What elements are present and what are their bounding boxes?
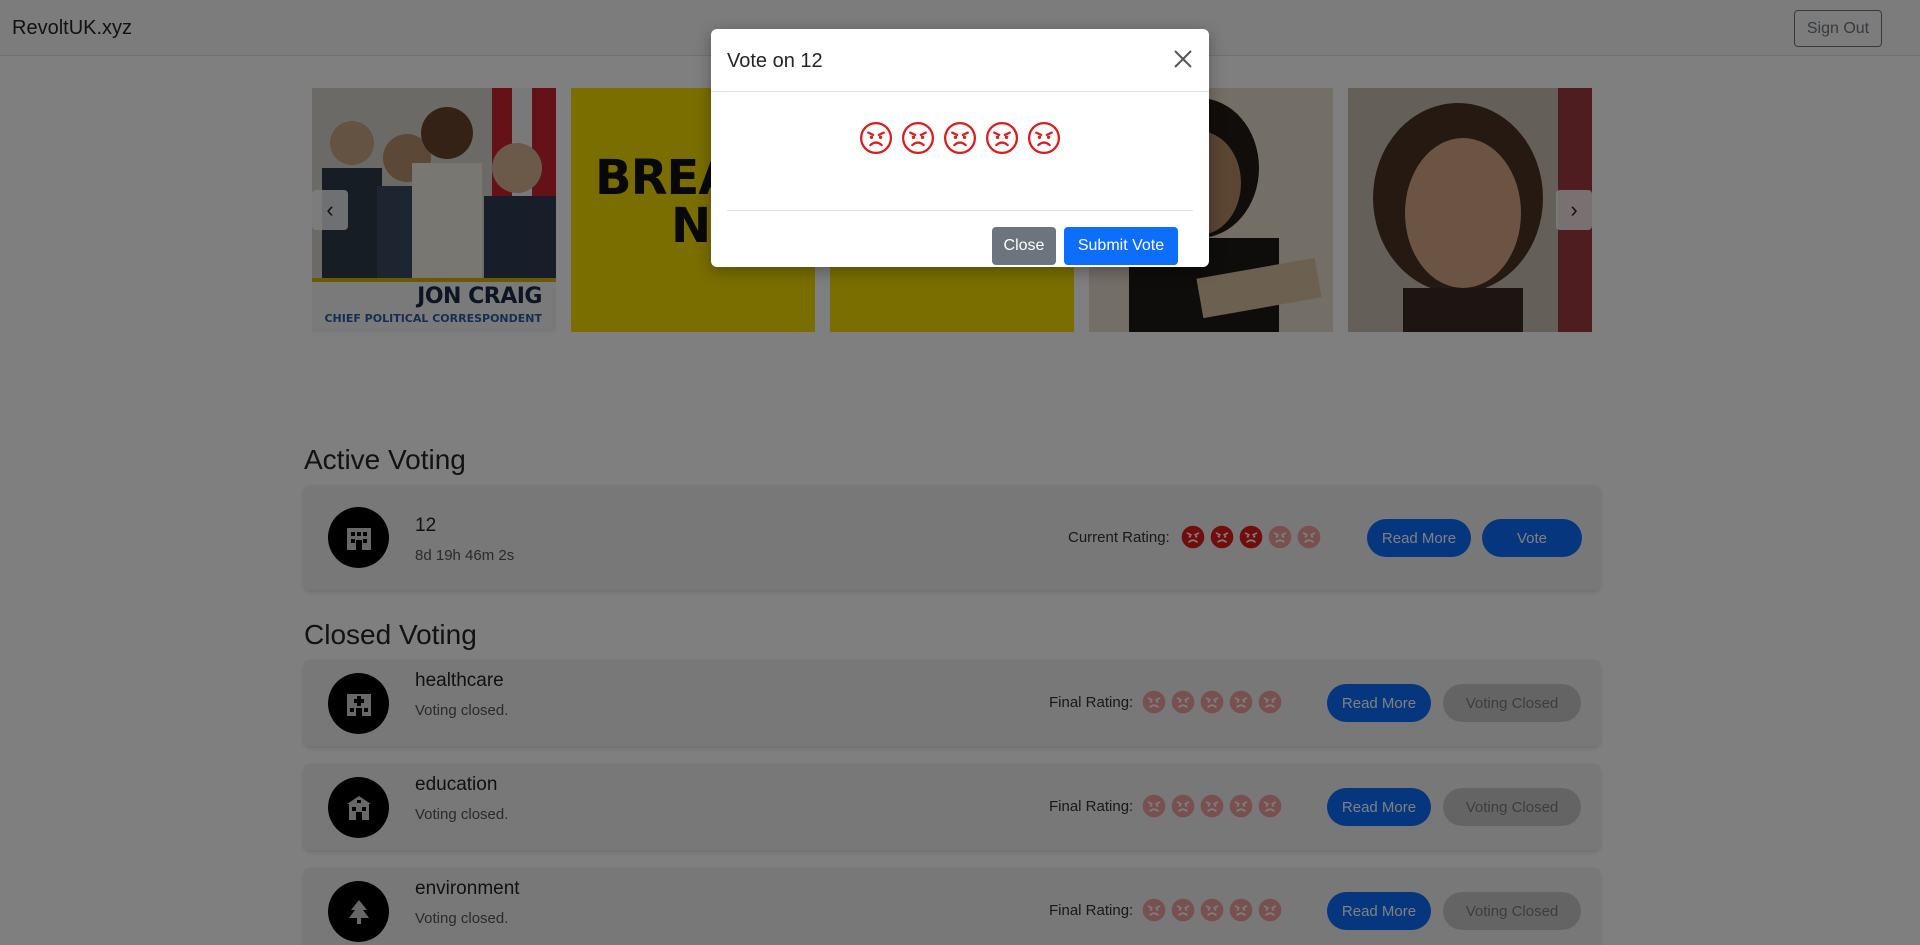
- modal-header: Vote on 12: [711, 29, 1209, 92]
- vote-modal: Vote on 12 Close Submit Vote: [711, 29, 1209, 267]
- close-icon: [1174, 50, 1192, 68]
- modal-divider: [727, 210, 1193, 211]
- modal-close-button[interactable]: [1171, 47, 1195, 71]
- angry-face-icon[interactable]: [985, 121, 1019, 155]
- modal-title: Vote on 12: [727, 50, 823, 72]
- angry-face-icon[interactable]: [859, 121, 893, 155]
- angry-face-icon[interactable]: [1027, 121, 1061, 155]
- vote-rating-selector: [859, 121, 1061, 155]
- submit-vote-button[interactable]: Submit Vote: [1064, 227, 1178, 265]
- angry-face-icon[interactable]: [943, 121, 977, 155]
- close-button[interactable]: Close: [992, 227, 1056, 265]
- angry-face-icon[interactable]: [901, 121, 935, 155]
